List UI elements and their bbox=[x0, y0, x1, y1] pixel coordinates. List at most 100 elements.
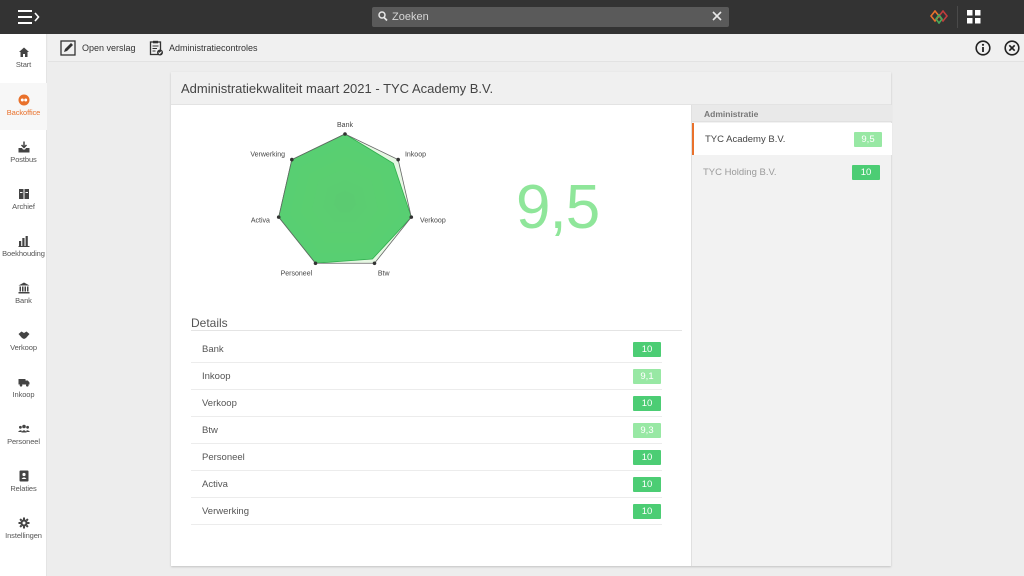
radar-chart: Bank Inkoop Verkoop Btw Personeel Activa Verwe… bbox=[250, 122, 446, 277]
sidebar-item-bank[interactable]: Bank bbox=[0, 271, 47, 318]
sidebar-item-label: Instellingen bbox=[5, 531, 42, 540]
detail-name: Personeel bbox=[202, 452, 245, 463]
admin-checks-label: Administratiecontroles bbox=[169, 43, 258, 53]
radar-axis-label: Bank bbox=[337, 122, 353, 129]
sidebar-item-postbus[interactable]: Postbus bbox=[0, 130, 47, 177]
toolbar: Open verslag Administratiecontroles bbox=[48, 34, 1024, 62]
inbox-icon bbox=[18, 141, 29, 153]
sidebar-item-inkoop[interactable]: Inkoop bbox=[0, 365, 47, 412]
truck-icon bbox=[18, 379, 29, 387]
detail-name: Bank bbox=[202, 344, 224, 355]
sidebar-item-label: Start bbox=[15, 60, 32, 69]
radar-axis-label: Activa bbox=[251, 217, 270, 224]
sidebar-item-backoffice[interactable]: Backoffice bbox=[0, 83, 47, 130]
detail-row: Verkoop 10 bbox=[191, 390, 662, 417]
sidebar-item-label: Postbus bbox=[10, 155, 37, 164]
sidebar-item-label: Bank bbox=[15, 296, 32, 305]
sidebar-item-start[interactable]: Start bbox=[0, 35, 47, 82]
radar-axis-label: Btw bbox=[378, 270, 391, 277]
radar-point bbox=[313, 261, 318, 266]
sidebar-item-label: Archief bbox=[12, 202, 35, 211]
radar-point bbox=[396, 157, 400, 162]
home-icon bbox=[18, 47, 29, 57]
sidebar: Start Backoffice Postbus Archief Boekhou… bbox=[0, 34, 47, 576]
sidebar-item-instellingen[interactable]: Instellingen bbox=[0, 506, 47, 553]
info-icon[interactable] bbox=[975, 40, 991, 56]
details-divider bbox=[191, 330, 682, 331]
clear-search-icon[interactable] bbox=[712, 11, 722, 21]
sidebar-item-label: Backoffice bbox=[6, 108, 41, 117]
sidebar-item-boekhouding[interactable]: Boekhouding bbox=[0, 224, 47, 271]
sidebar-item-verkoop[interactable]: Verkoop bbox=[0, 318, 47, 365]
detail-name: Btw bbox=[202, 425, 218, 436]
open-report-button[interactable]: Open verslag bbox=[60, 40, 136, 56]
archive-icon bbox=[18, 189, 29, 199]
radar-point bbox=[409, 215, 414, 219]
radar-point bbox=[372, 261, 377, 266]
search-input[interactable] bbox=[392, 7, 692, 27]
clipboard-check-icon bbox=[149, 40, 163, 56]
detail-score-badge: 10 bbox=[633, 450, 661, 465]
page-title: Administratiekwaliteit maart 2021 - TYC … bbox=[181, 81, 494, 96]
detail-row: Personeel 10 bbox=[191, 444, 662, 471]
detail-name: Inkoop bbox=[202, 371, 231, 382]
sidebar-item-label: Boekhouding bbox=[2, 249, 45, 258]
search-icon bbox=[378, 11, 388, 22]
detail-row: Btw 9,3 bbox=[191, 417, 662, 444]
detail-score-badge: 10 bbox=[633, 396, 661, 411]
detail-row: Inkoop 9,1 bbox=[191, 363, 662, 390]
bar-chart-icon bbox=[18, 236, 29, 247]
admin-item-tyc-academy[interactable]: TYC Academy B.V. 9,5 bbox=[692, 123, 892, 155]
sidebar-item-personeel[interactable]: Personeel bbox=[0, 412, 47, 459]
people-icon bbox=[17, 424, 30, 433]
detail-row: Bank 10 bbox=[191, 336, 662, 363]
radar-point bbox=[290, 157, 294, 162]
radar-axis-label: Verwerking bbox=[250, 151, 285, 158]
radar-axis-label: Verkoop bbox=[420, 217, 446, 224]
sidebar-item-relaties[interactable]: Relaties bbox=[0, 459, 47, 506]
admin-item-name: TYC Academy B.V. bbox=[705, 134, 786, 145]
detail-score-badge: 10 bbox=[633, 477, 661, 492]
detail-score-badge: 10 bbox=[633, 504, 661, 519]
sidebar-item-label: Personeel bbox=[7, 437, 40, 446]
grid-apps-icon[interactable] bbox=[967, 10, 981, 24]
detail-name: Activa bbox=[202, 479, 228, 490]
edit-report-icon bbox=[60, 40, 76, 56]
overall-score: 9,5 bbox=[516, 173, 600, 242]
details-title: Details bbox=[191, 316, 228, 330]
backoffice-icon bbox=[18, 94, 29, 106]
radar-axis-label: Inkoop bbox=[405, 151, 426, 158]
close-icon[interactable] bbox=[1004, 40, 1020, 56]
admin-panel: Administratie TYC Academy B.V. 9,5 TYC H… bbox=[691, 105, 892, 566]
detail-score-badge: 10 bbox=[633, 342, 661, 357]
detail-name: Verkoop bbox=[202, 398, 237, 409]
admin-header-label: Administratie bbox=[704, 109, 759, 119]
sidebar-item-label: Inkoop bbox=[12, 390, 35, 399]
detail-row: Verwerking 10 bbox=[191, 498, 662, 525]
gear-icon bbox=[18, 517, 29, 529]
hamburger-chevron-icon[interactable] bbox=[18, 8, 42, 26]
radar-point bbox=[343, 132, 347, 136]
admin-score-badge: 9,5 bbox=[854, 132, 882, 147]
admin-score-badge: 10 bbox=[852, 165, 880, 180]
detail-name: Verwerking bbox=[202, 506, 249, 517]
bank-icon bbox=[18, 282, 29, 294]
open-report-label: Open verslag bbox=[82, 43, 136, 53]
sidebar-item-label: Verkoop bbox=[10, 343, 37, 352]
contact-card-icon bbox=[19, 470, 28, 482]
radar-point bbox=[276, 215, 281, 219]
search-box[interactable] bbox=[372, 7, 729, 27]
topbar-divider bbox=[957, 6, 958, 28]
admin-checks-button[interactable]: Administratiecontroles bbox=[149, 40, 258, 56]
brand-diamond-logo bbox=[930, 10, 948, 24]
detail-score-badge: 9,3 bbox=[633, 423, 661, 438]
radar-data-area bbox=[278, 133, 412, 264]
detail-row: Activa 10 bbox=[191, 471, 662, 498]
admin-item-tyc-holding[interactable]: TYC Holding B.V. 10 bbox=[692, 156, 892, 188]
card-header: Administratiekwaliteit maart 2021 - TYC … bbox=[171, 72, 891, 105]
detail-score-badge: 9,1 bbox=[633, 369, 661, 384]
sidebar-item-archief[interactable]: Archief bbox=[0, 177, 47, 224]
top-bar bbox=[0, 0, 1024, 34]
handshake-icon bbox=[18, 331, 29, 339]
sidebar-item-label: Relaties bbox=[10, 484, 37, 493]
